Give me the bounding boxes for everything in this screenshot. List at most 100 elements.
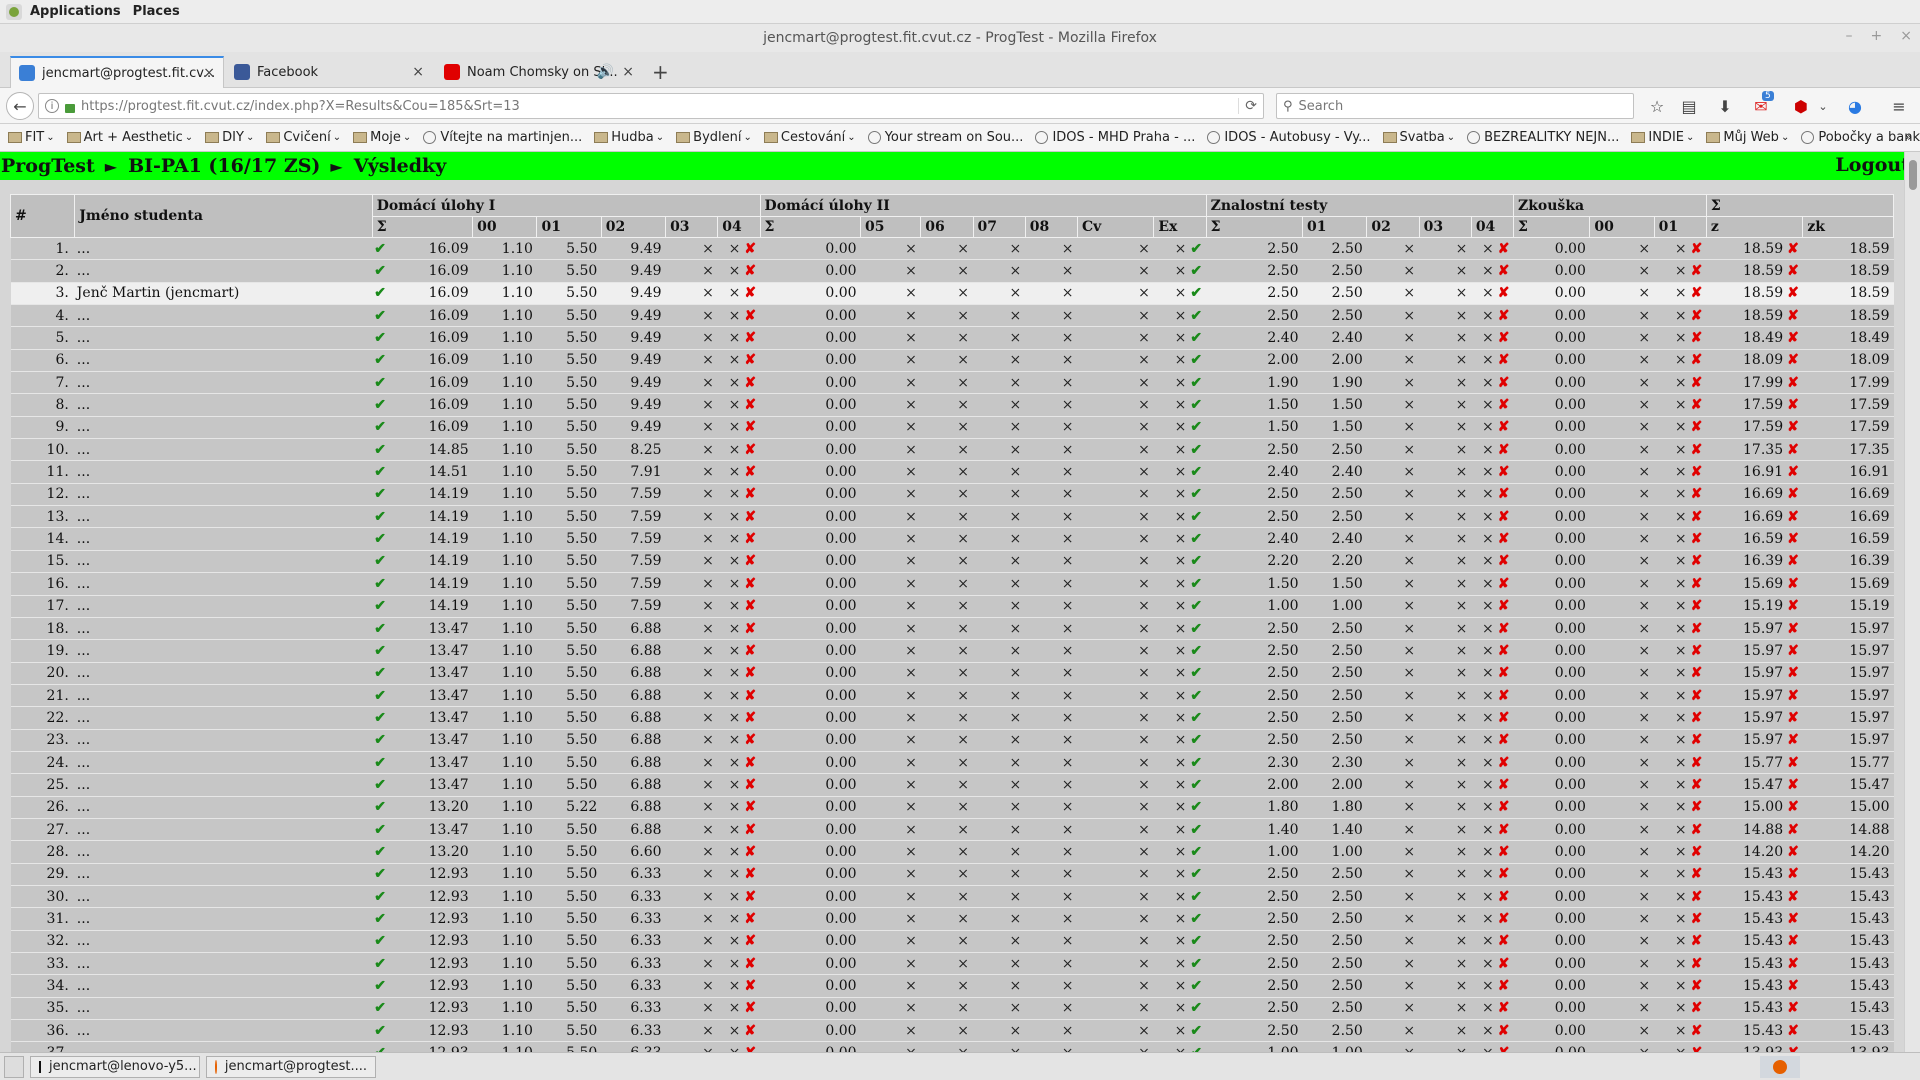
col-hw1-header[interactable]: 02 <box>600 216 667 238</box>
col-sum-header[interactable]: z <box>1705 216 1804 238</box>
table-row[interactable]: 17.... ✔ 14.19 1.10 5.50 7.59 × × ✘ 0.00 × × × × × × ✔ 1.… <box>10 595 1894 618</box>
table-row[interactable]: 36.... ✔ 12.93 1.10 5.50 6.33 × × ✘ 0.00 × × × × × × ✔ 2.… <box>10 1019 1894 1043</box>
bookmark-item[interactable]: IDOS - MHD Praha - ... <box>1035 130 1195 145</box>
table-row[interactable]: 4.... ✔ 16.09 1.10 5.50 9.49 × × ✘ 0.00 × × × × × × ✔ 2.5… <box>10 304 1894 328</box>
table-row[interactable]: 37....✔12.931.105.506.33××✘0.00××××××✔1.… <box>10 1041 1894 1052</box>
new-tab-button[interactable]: + <box>652 60 669 84</box>
col-hw2-header[interactable]: Cv <box>1076 216 1155 238</box>
bookmark-item[interactable]: Hudba ⌄ <box>594 130 664 145</box>
table-row[interactable]: 1.... ✔ 16.09 1.10 5.50 9.49 × × ✘ 0.00 × × × × × × ✔ 2.5… <box>10 237 1894 261</box>
col-tests-header[interactable]: 04 <box>1470 216 1515 238</box>
table-row[interactable]: 25.... ✔ 13.47 1.10 5.50 6.88 × × ✘ 0.00 × × × × × × ✔ 2.… <box>10 773 1894 797</box>
table-row[interactable]: 11.... ✔ 14.51 1.10 5.50 7.91 × × ✘ 0.00 × × × × × × ✔ 2.… <box>10 460 1894 484</box>
table-row[interactable]: 26.... ✔ 13.20 1.10 5.22 6.88 × × ✘ 0.00 × × × × × × ✔ 1.… <box>10 796 1894 819</box>
table-row[interactable]: 23.... ✔ 13.47 1.10 5.50 6.88 × × ✘ 0.00 × × × × × × ✔ 2.… <box>10 729 1894 752</box>
bookmark-item[interactable]: Vítejte na martinjen... <box>423 130 582 145</box>
messenger-icon[interactable]: ◕ <box>1844 96 1866 116</box>
col-tests-header[interactable]: Σ <box>1205 216 1304 238</box>
site-info-icon[interactable]: i <box>45 99 59 113</box>
table-row[interactable]: 29.... ✔ 12.93 1.10 5.50 6.33 × × ✘ 0.00 × × × × × × ✔ 2.… <box>10 863 1894 886</box>
bookmark-item[interactable]: Pobočky a bankoma... <box>1801 130 1920 145</box>
tab-close-icon[interactable]: × <box>203 65 215 81</box>
col-sum-header[interactable]: zk <box>1802 216 1894 238</box>
col-exam-header[interactable]: 00 <box>1589 216 1655 238</box>
table-row[interactable]: 12.... ✔ 14.19 1.10 5.50 7.59 × × ✘ 0.00 × × × × × × ✔ 2.… <box>10 483 1894 507</box>
places-menu[interactable]: Places <box>131 4 190 19</box>
table-row[interactable]: 33.... ✔ 12.93 1.10 5.50 6.33 × × ✘ 0.00 × × × × × × ✔ 2.… <box>10 952 1894 976</box>
table-row[interactable]: 6.... ✔ 16.09 1.10 5.50 9.49 × × ✘ 0.00 × × × × × × ✔ 2.0… <box>10 349 1894 373</box>
show-desktop-button[interactable] <box>4 1055 24 1078</box>
bookmark-item[interactable]: DIY ⌄ <box>205 130 254 145</box>
applications-menu[interactable]: Applications <box>28 4 131 19</box>
table-row[interactable]: 16.... ✔ 14.19 1.10 5.50 7.59 × × ✘ 0.00 × × × × × × ✔ 1.… <box>10 572 1894 596</box>
table-row[interactable]: 22.... ✔ 13.47 1.10 5.50 6.88 × × ✘ 0.00 × × × × × × ✔ 2.… <box>10 706 1894 730</box>
table-row[interactable]: 8.... ✔ 16.09 1.10 5.50 9.49 × × ✘ 0.00 × × × × × × ✔ 1.5… <box>10 393 1894 417</box>
table-row[interactable]: 3. Jenč Martin (jencmart) ✔ 16.09 1.10 5.50 9.… <box>10 282 1894 306</box>
reading-list-icon[interactable]: ▤ <box>1678 96 1700 116</box>
bookmark-item[interactable]: IDOS - Autobusy - Vy... <box>1207 130 1371 145</box>
table-row[interactable]: 27.... ✔ 13.47 1.10 5.50 6.88 × × ✘ 0.00 × × × × × × ✔ 1.… <box>10 818 1894 842</box>
col-exam-header[interactable]: Σ <box>1512 216 1591 238</box>
url-bar[interactable]: i https://progtest.fit.cvut.cz/index.php… <box>38 93 1264 119</box>
table-row[interactable]: 19.... ✔ 13.47 1.10 5.50 6.88 × × ✘ 0.00 × × × × × × ✔ 2.… <box>10 639 1894 663</box>
col-hw1-header[interactable]: 00 <box>472 216 538 238</box>
table-row[interactable]: 32.... ✔ 12.93 1.10 5.50 6.33 × × ✘ 0.00 × × × × × × ✔ 2.… <box>10 930 1894 954</box>
maximize-button[interactable]: + <box>1871 28 1883 44</box>
reload-button[interactable]: ⟳ <box>1238 98 1257 114</box>
table-row[interactable]: 9.... ✔ 16.09 1.10 5.50 9.49 × × ✘ 0.00 × × × × × × ✔ 1.5… <box>10 416 1894 440</box>
tab-close-icon[interactable]: × <box>622 64 634 80</box>
col-hw2-header[interactable]: 05 <box>860 216 922 238</box>
bookmark-item[interactable]: Cestování ⌄ <box>763 130 856 145</box>
table-row[interactable]: 15.... ✔ 14.19 1.10 5.50 7.59 × × ✘ 0.00 × × × × × × ✔ 2.… <box>10 550 1894 574</box>
downloads-icon[interactable]: ⬇ <box>1714 96 1736 116</box>
bookmark-item[interactable]: Bydlení ⌄ <box>676 130 752 145</box>
scrollbar-thumb[interactable] <box>1909 160 1917 190</box>
hamburger-menu-icon[interactable]: ≡ <box>1888 96 1910 116</box>
back-button[interactable]: ← <box>6 92 34 120</box>
table-row[interactable]: 31.... ✔ 12.93 1.10 5.50 6.33 × × ✘ 0.00 × × × × × × ✔ 2.… <box>10 907 1894 931</box>
search-input[interactable]: ⚲ Search <box>1276 93 1634 119</box>
table-row[interactable]: 7.... ✔ 16.09 1.10 5.50 9.49 × × ✘ 0.00 × × × × × × ✔ 1.9… <box>10 371 1894 395</box>
table-row[interactable]: 10.... ✔ 14.85 1.10 5.50 8.25 × × ✘ 0.00 × × × × × × ✔ 2.… <box>10 438 1894 462</box>
bookmark-item[interactable]: Můj Web ⌄ <box>1706 130 1789 145</box>
table-row[interactable]: 5.... ✔ 16.09 1.10 5.50 9.49 × × ✘ 0.00 × × × × × × ✔ 2.4… <box>10 326 1894 350</box>
adblock-icon[interactable]: ⬢ <box>1790 96 1812 116</box>
col-rank-header[interactable]: # <box>9 194 76 238</box>
table-row[interactable]: 28.... ✔ 13.20 1.10 5.50 6.60 × × ✘ 0.00 × × × × × × ✔ 1.… <box>10 840 1894 864</box>
col-hw1-header[interactable]: Σ <box>371 216 474 238</box>
bookmark-item[interactable]: Moje ⌄ <box>353 130 411 145</box>
table-row[interactable]: 20.... ✔ 13.47 1.10 5.50 6.88 × × ✘ 0.00 × × × × × × ✔ 2.… <box>10 662 1894 685</box>
breadcrumb-course[interactable]: BI-PA1 (16/17 ZS) <box>128 155 320 177</box>
col-hw1-header[interactable]: 01 <box>536 216 602 238</box>
col-tests-header[interactable]: 03 <box>1418 216 1472 238</box>
tab-progtest[interactable]: jencmart@progtest.fit.cv... × <box>10 56 224 88</box>
col-hw1-header[interactable]: 03 <box>665 216 719 238</box>
tab-facebook[interactable]: Facebook × <box>226 56 432 88</box>
tab-close-icon[interactable]: × <box>412 64 424 80</box>
table-row[interactable]: 2.... ✔ 16.09 1.10 5.50 9.49 × × ✘ 0.00 × × × × × × ✔ 2.5… <box>10 259 1894 283</box>
bookmark-item[interactable]: BEZREALITKY NEJN... <box>1467 130 1619 145</box>
table-row[interactable]: 35.... ✔ 12.93 1.10 5.50 6.33 × × ✘ 0.00 × × × × × × ✔ 2.… <box>10 997 1894 1021</box>
logout-link[interactable]: Logout <box>1835 154 1910 176</box>
table-row[interactable]: 21.... ✔ 13.47 1.10 5.50 6.88 × × ✘ 0.00 × × × × × × ✔ 2.… <box>10 684 1894 708</box>
col-tests-header[interactable]: 02 <box>1366 216 1420 238</box>
col-hw2-header[interactable]: Ex <box>1153 216 1207 238</box>
bookmark-item[interactable]: Svatba ⌄ <box>1382 130 1455 145</box>
table-row[interactable]: 30.... ✔ 12.93 1.10 5.50 6.33 × × ✘ 0.00 × × × × × × ✔ 2.… <box>10 885 1894 909</box>
bookmarks-overflow-button[interactable]: » <box>1905 130 1912 144</box>
taskbar-item-firefox[interactable]: jencmart@progtest.... <box>206 1055 376 1078</box>
col-name-header[interactable]: Jméno studenta <box>74 194 373 238</box>
bookmark-item[interactable]: Your stream on Sou... <box>867 130 1023 145</box>
col-hw2-header[interactable]: 07 <box>972 216 1026 238</box>
close-window-button[interactable]: × <box>1900 28 1912 44</box>
col-hw1-header[interactable]: 04 <box>717 216 761 238</box>
col-exam-header[interactable]: 01 <box>1653 216 1707 238</box>
bookmark-item[interactable]: Art + Aesthetic ⌄ <box>66 130 193 145</box>
col-hw2-header[interactable]: Σ <box>759 216 862 238</box>
chevron-down-icon[interactable]: ⌄ <box>1812 96 1834 116</box>
col-tests-header[interactable]: 01 <box>1302 216 1368 238</box>
table-row[interactable]: 14.... ✔ 14.19 1.10 5.50 7.59 × × ✘ 0.00 × × × × × × ✔ 2.… <box>10 527 1894 551</box>
table-row[interactable]: 13.... ✔ 14.19 1.10 5.50 7.59 × × ✘ 0.00 × × × × × × ✔ 2.… <box>10 505 1894 529</box>
col-hw2-header[interactable]: 08 <box>1024 216 1079 238</box>
tab-youtube[interactable]: Noam Chomsky on Sl... 🔊 × <box>436 56 642 88</box>
